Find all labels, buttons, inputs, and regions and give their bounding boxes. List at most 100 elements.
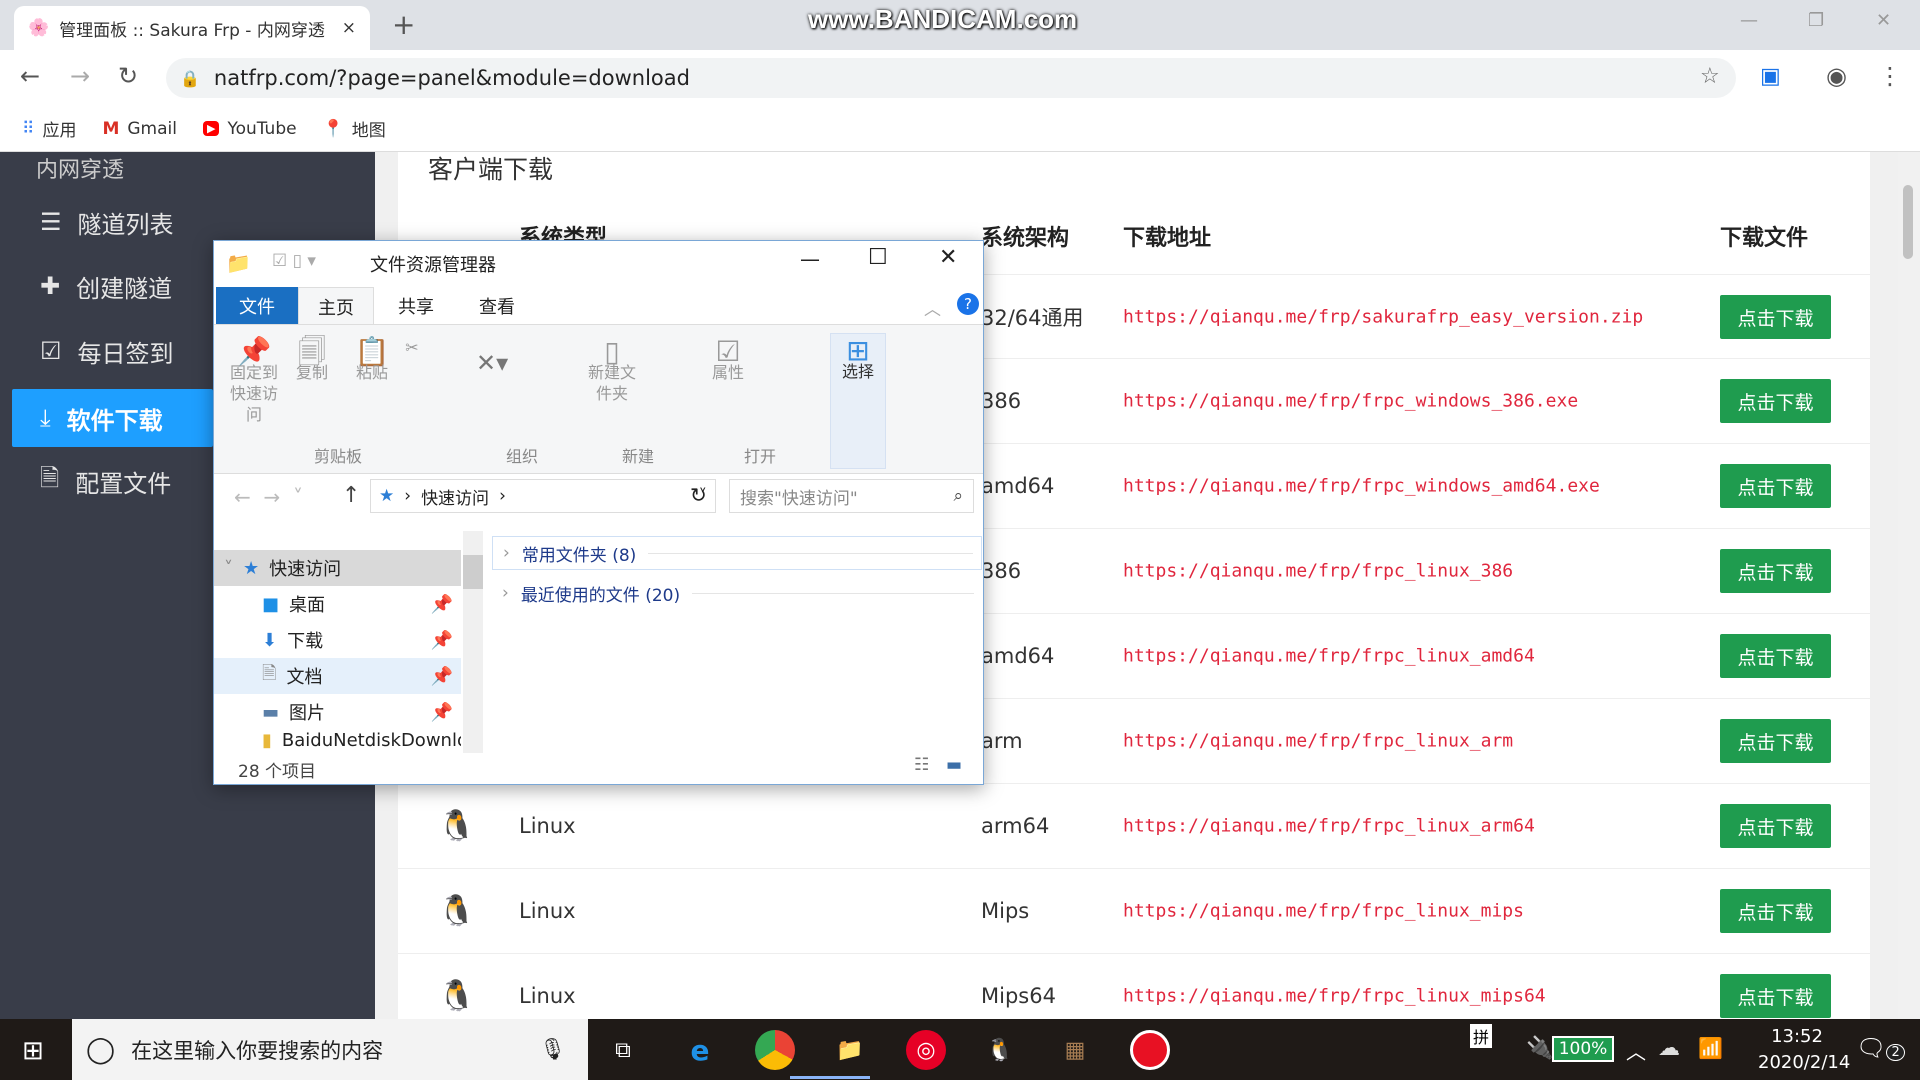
new-folder-button[interactable]: ▯ 新建文件夹 <box>584 338 640 404</box>
edge-icon[interactable]: e <box>680 1030 720 1070</box>
select-button[interactable]: ⊞ 选择 <box>830 333 886 469</box>
scrollbar-thumb[interactable] <box>463 555 483 589</box>
download-button[interactable]: 点击下载 <box>1720 379 1831 423</box>
tree-item-documents[interactable]: 🗎 文档 📌 <box>214 658 461 694</box>
bookmark-apps[interactable]: ⠿ 应用 <box>22 116 76 142</box>
copy-button[interactable]: 🗐 复制 <box>290 338 334 383</box>
minimize-button[interactable]: — <box>800 247 820 271</box>
new-tab-button[interactable]: + <box>392 8 415 41</box>
file-explorer-icon[interactable]: 📁 <box>830 1030 870 1070</box>
delete-icon[interactable]: ✕▾ <box>476 351 508 375</box>
onedrive-cloud-icon[interactable]: ☁ <box>1658 1036 1680 1061</box>
details-view-icon[interactable]: ☷ <box>914 755 929 775</box>
bookmark-youtube[interactable]: ▶ YouTube <box>202 119 297 139</box>
download-button[interactable]: 点击下载 <box>1720 634 1831 678</box>
notification-icon[interactable]: 🗨 2 <box>1856 1034 1905 1062</box>
ribbon-group-open: 打开 <box>744 447 777 466</box>
download-button[interactable]: 点击下载 <box>1720 549 1831 593</box>
breadcrumb-item[interactable]: 快速访问 <box>421 484 489 509</box>
maximize-button[interactable]: ☐ <box>868 245 888 270</box>
close-button[interactable]: ✕ <box>939 245 957 270</box>
task-view-icon[interactable]: ⧉ <box>603 1030 643 1070</box>
tree-item-desktop[interactable]: ■ 桌面 📌 <box>214 586 461 622</box>
download-link[interactable]: https://qianqu.me/frp/frpc_linux_amd64 <box>1123 646 1535 667</box>
properties-button[interactable]: ☑ 属性 <box>706 338 750 383</box>
pin-quick-access-button[interactable]: 📌 固定到快速访问 <box>224 338 284 425</box>
download-link[interactable]: https://qianqu.me/frp/frpc_linux_386 <box>1123 561 1513 582</box>
window-title: 文件资源管理器 <box>370 255 496 276</box>
back-icon[interactable]: ← <box>20 62 40 90</box>
sidebar-item-create-tunnel[interactable]: ✚ 创建隧道 <box>12 257 213 315</box>
record-icon[interactable] <box>1130 1030 1170 1070</box>
bookmark-maps[interactable]: 📍 地图 <box>323 116 386 142</box>
search-input[interactable]: 搜索"快速访问" ⌕ <box>729 479 974 513</box>
taskbar-search[interactable]: ◯ 在这里输入你要搜索的内容 🎙 <box>72 1019 588 1080</box>
minecraft-icon[interactable]: ▦ <box>1055 1030 1095 1070</box>
sidebar-item-daily-signin[interactable]: ☑ 每日签到 <box>12 322 213 380</box>
star-icon[interactable]: ☆ <box>1700 64 1720 89</box>
download-link[interactable]: https://qianqu.me/frp/frpc_linux_arm64 <box>1123 816 1535 837</box>
download-link[interactable]: https://qianqu.me/frp/sakurafrp_easy_ver… <box>1123 307 1643 328</box>
download-link[interactable]: https://qianqu.me/frp/frpc_linux_mips64 <box>1123 986 1546 1007</box>
scrollbar-thumb[interactable] <box>1903 185 1913 259</box>
forward-icon[interactable]: → <box>70 62 90 90</box>
download-link[interactable]: https://qianqu.me/frp/frpc_windows_386.e… <box>1123 391 1578 412</box>
tab-share[interactable]: 共享 <box>378 287 454 325</box>
tab-file[interactable]: 文件 <box>216 287 298 325</box>
collapse-ribbon-icon[interactable]: ︿ <box>924 295 941 320</box>
tab-close-button[interactable]: × <box>342 18 356 38</box>
download-button[interactable]: 点击下载 <box>1720 804 1831 848</box>
tree-item-quick-access[interactable]: ˅ ★ 快速访问 <box>214 550 461 586</box>
ime-indicator[interactable]: 拼 <box>1470 1024 1493 1048</box>
tree-scrollbar[interactable] <box>463 531 483 753</box>
sidebar-item-config[interactable]: 🗎 配置文件 <box>12 452 213 510</box>
group-frequent-folders[interactable]: › 常用文件夹 (8) <box>492 536 982 570</box>
qq-icon[interactable]: 🐧 <box>980 1030 1020 1070</box>
microphone-icon[interactable]: 🎙 <box>539 1037 566 1062</box>
sidebar-item-download[interactable]: ⤓ 软件下载 <box>12 389 213 447</box>
refresh-icon[interactable]: ↻ <box>690 483 707 507</box>
tree-item-pictures[interactable]: ▬ 图片 📌 <box>214 694 461 730</box>
paste-button[interactable]: 📋 粘贴 <box>350 338 394 383</box>
page-scrollbar[interactable] <box>1898 152 1920 1019</box>
download-link[interactable]: https://qianqu.me/frp/frpc_linux_mips <box>1123 901 1524 922</box>
sidebar-item-tunnel-list[interactable]: ☰ 隧道列表 <box>12 193 213 251</box>
tree-item-downloads[interactable]: ⬇ 下载 📌 <box>214 622 461 658</box>
help-icon[interactable]: ? <box>957 293 979 315</box>
tree-item-baidu[interactable]: ▮ BaiduNetdiskDownload <box>214 730 461 750</box>
address-bar[interactable]: 🔒 natfrp.com/?page=panel&module=download <box>166 58 1736 98</box>
chrome-icon[interactable] <box>755 1030 795 1070</box>
tab-view[interactable]: 查看 <box>454 287 540 325</box>
close-window-icon[interactable]: ✕ <box>1876 10 1891 31</box>
battery-indicator[interactable]: 100% <box>1552 1036 1614 1062</box>
menu-icon[interactable]: ⋮ <box>1878 62 1902 90</box>
restore-icon[interactable]: ❐ <box>1808 10 1824 31</box>
quick-access-toolbar-icon[interactable]: ☑ ▯ ▾ <box>272 251 316 271</box>
tab-home[interactable]: 主页 <box>298 287 374 325</box>
extension-icon[interactable]: ▣ <box>1760 64 1781 89</box>
browser-tab[interactable]: 🌸 管理面板 :: Sakura Frp - 内网穿透 × <box>14 6 370 50</box>
reload-icon[interactable]: ↻ <box>118 62 138 90</box>
group-recent-files[interactable]: › 最近使用的文件 (20) <box>492 576 982 610</box>
wifi-icon[interactable]: 📶 <box>1698 1036 1723 1060</box>
profile-icon[interactable]: ◉ <box>1826 62 1847 90</box>
breadcrumb[interactable]: ★ › 快速访问 › ˅ <box>370 479 716 513</box>
tray-chevron-icon[interactable]: ︿ <box>1626 1036 1646 1065</box>
download-link[interactable]: https://qianqu.me/frp/frpc_windows_amd64… <box>1123 476 1600 497</box>
download-button[interactable]: 点击下载 <box>1720 974 1831 1018</box>
download-button[interactable]: 点击下载 <box>1720 719 1831 763</box>
netease-music-icon[interactable]: ◎ <box>906 1030 946 1070</box>
thumbnail-view-icon[interactable]: ▬ <box>946 755 962 775</box>
minimize-icon[interactable]: — <box>1740 10 1758 31</box>
cut-icon[interactable]: ✂ <box>400 337 424 358</box>
download-link[interactable]: https://qianqu.me/frp/frpc_linux_arm <box>1123 731 1513 752</box>
favicon-icon: 🌸 <box>28 18 50 38</box>
back-button[interactable]: ← → ˅ <box>234 485 303 509</box>
download-button[interactable]: 点击下载 <box>1720 464 1831 508</box>
clock[interactable]: 13:52 2020/2/14 <box>1758 1024 1850 1076</box>
download-button[interactable]: 点击下载 <box>1720 889 1831 933</box>
start-button[interactable]: ⊞ <box>22 1036 44 1066</box>
download-button[interactable]: 点击下载 <box>1720 295 1831 339</box>
up-button[interactable]: ↑ <box>342 483 360 508</box>
bookmark-gmail[interactable]: M Gmail <box>102 119 177 139</box>
